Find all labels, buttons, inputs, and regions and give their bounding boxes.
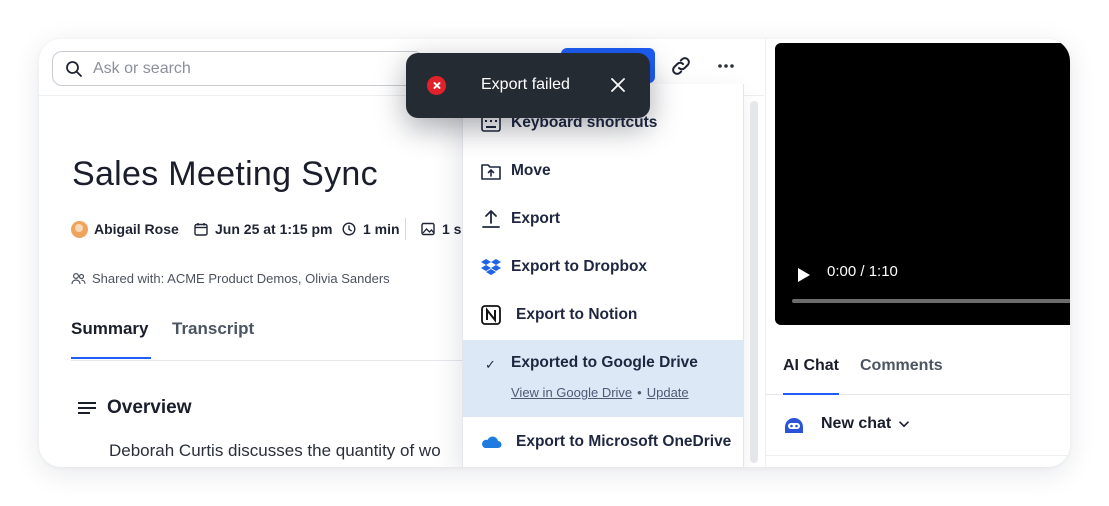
- more-options-menu: Keyboard shortcuts Move Export Export to…: [462, 84, 744, 467]
- tab-transcript[interactable]: Transcript: [172, 319, 254, 359]
- tab-summary[interactable]: Summary: [71, 319, 151, 359]
- folder-move-icon: [481, 164, 501, 180]
- menu-item-export[interactable]: Export: [463, 196, 744, 242]
- people-icon: [71, 272, 86, 285]
- menu-item-move[interactable]: Move: [463, 148, 744, 194]
- play-icon[interactable]: [797, 267, 811, 283]
- notion-icon: [481, 305, 501, 325]
- overview-heading: Overview: [77, 397, 192, 419]
- google-drive-actions: View in Google Drive • Update: [511, 385, 689, 400]
- meeting-meta: Abigail Rose Jun 25 at 1:15 pm 1 min 1 s…: [71, 218, 471, 240]
- menu-scrollbar[interactable]: [750, 101, 758, 463]
- right-pane: 0:00 / 1:10 AI Chat Comments New chat: [765, 39, 1070, 467]
- copy-link-icon[interactable]: [669, 54, 693, 78]
- view-in-google-drive-link[interactable]: View in Google Drive: [511, 385, 632, 400]
- search-bar[interactable]: ⌘: [52, 51, 424, 86]
- clock-icon: [342, 222, 356, 236]
- toast-message: Export failed: [481, 76, 570, 93]
- calendar-icon: [194, 223, 208, 236]
- shared-with[interactable]: Shared with: ACME Product Demos, Olivia …: [71, 271, 390, 286]
- text-lines-icon: [78, 402, 96, 414]
- author[interactable]: Abigail Rose: [71, 218, 179, 240]
- chat-panel-edge: [766, 455, 1070, 467]
- menu-item-label: Export: [511, 210, 561, 227]
- new-chat-label: New chat: [821, 415, 892, 432]
- author-name: Abigail Rose: [94, 221, 179, 237]
- menu-item-label: Export to Notion: [516, 306, 638, 323]
- error-toast: Export failed: [406, 53, 650, 118]
- meeting-date: Jun 25 at 1:15 pm: [194, 218, 333, 240]
- new-chat-dropdown[interactable]: New chat: [783, 413, 910, 435]
- onedrive-icon: [482, 436, 502, 448]
- video-time: 0:00 / 1:10: [827, 263, 898, 280]
- menu-item-export-onedrive[interactable]: Export to Microsoft OneDrive: [463, 419, 744, 465]
- overview-text: Deborah Curtis discusses the quantity of…: [109, 441, 441, 460]
- menu-item-export-dropbox[interactable]: Export to Dropbox: [463, 244, 744, 290]
- side-tabs: AI Chat Comments: [766, 345, 1070, 395]
- menu-item-label: Move: [511, 162, 551, 179]
- upload-icon: [482, 210, 500, 228]
- shared-with-label: Shared with: ACME Product Demos, Olivia …: [92, 271, 390, 286]
- chevron-down-icon: [899, 420, 910, 427]
- content-tabs: Summary Transcript: [71, 317, 491, 361]
- meeting-duration: 1 min: [342, 218, 400, 240]
- menu-item-exported-google-drive[interactable]: ✓ Exported to Google Drive View in Googl…: [463, 340, 744, 417]
- separator: •: [637, 385, 642, 400]
- menu-item-label: Export to Microsoft OneDrive: [516, 433, 732, 450]
- avatar: [71, 220, 88, 238]
- menu-item-label: Export to Dropbox: [511, 258, 648, 275]
- divider: [405, 218, 406, 240]
- tab-ai-chat[interactable]: AI Chat: [783, 357, 839, 395]
- page-title: Sales Meeting Sync: [72, 155, 378, 193]
- ai-assistant-icon: [785, 418, 803, 433]
- dropbox-icon: [481, 259, 501, 275]
- date-label: Jun 25 at 1:15 pm: [215, 221, 333, 237]
- tab-comments[interactable]: Comments: [860, 357, 943, 395]
- check-icon: ✓: [485, 357, 496, 372]
- search-input[interactable]: [93, 58, 373, 80]
- video-player[interactable]: 0:00 / 1:10: [775, 43, 1070, 325]
- image-icon: [421, 222, 435, 236]
- menu-item-label: Exported to Google Drive: [511, 354, 698, 371]
- update-link[interactable]: Update: [647, 385, 689, 400]
- close-icon[interactable]: [609, 76, 627, 94]
- error-icon: [427, 76, 446, 95]
- more-options-icon[interactable]: [714, 54, 738, 78]
- overview-title: Overview: [107, 397, 192, 418]
- duration-label: 1 min: [363, 221, 400, 237]
- video-progress-bar[interactable]: [792, 299, 1070, 303]
- search-icon: [66, 61, 82, 77]
- menu-item-export-notion[interactable]: Export to Notion: [463, 292, 744, 338]
